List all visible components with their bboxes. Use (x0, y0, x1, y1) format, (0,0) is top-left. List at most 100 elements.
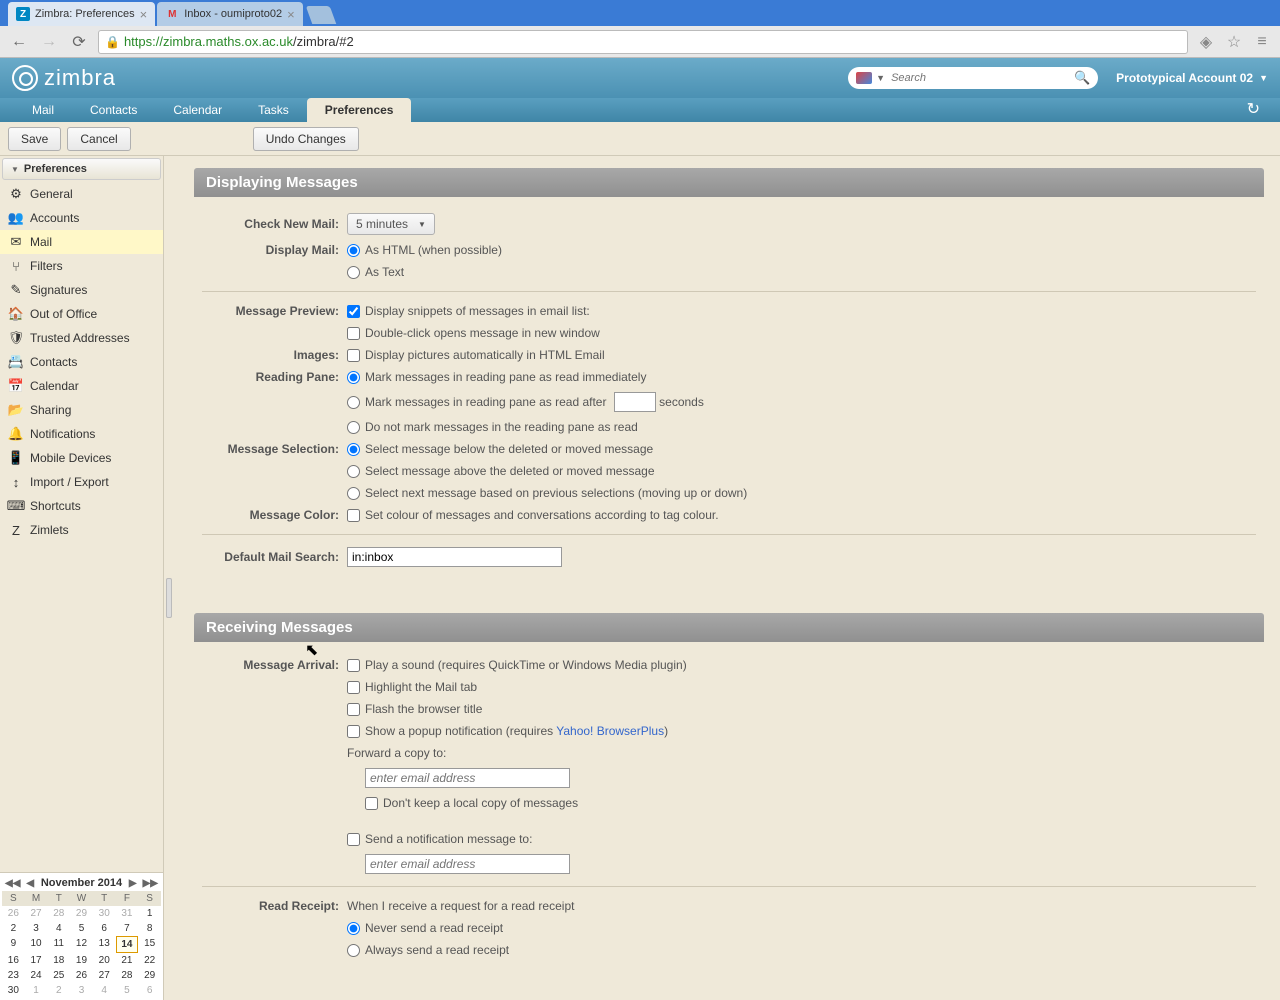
calendar-day[interactable]: 12 (70, 936, 93, 953)
tab-preferences[interactable]: Preferences (307, 98, 412, 122)
zimbra-logo[interactable]: zimbra (12, 65, 116, 91)
undo-changes-button[interactable]: Undo Changes (253, 127, 359, 151)
calendar-day[interactable]: 3 (70, 983, 93, 998)
calendar-day[interactable]: 25 (47, 968, 70, 983)
play-sound-checkbox[interactable]: Play a sound (requires QuickTime or Wind… (347, 658, 687, 672)
rr-never-radio[interactable]: Never send a read receipt (347, 921, 503, 935)
rp-none-radio[interactable]: Do not mark messages in the reading pane… (347, 420, 638, 434)
calendar-day[interactable]: 15 (138, 936, 161, 953)
search-box[interactable]: ▼ 🔍 (848, 67, 1098, 89)
calendar-day[interactable]: 27 (93, 968, 116, 983)
highlight-tab-checkbox[interactable]: Highlight the Mail tab (347, 680, 477, 694)
sidebar-item-zimlets[interactable]: ZZimlets (0, 518, 163, 542)
tab-contacts[interactable]: Contacts (72, 98, 155, 122)
sidebar-item-accounts[interactable]: 👥Accounts (0, 206, 163, 230)
preferences-content[interactable]: Displaying Messages Check New Mail: 5 mi… (164, 156, 1280, 1000)
browser-tab-zimbra[interactable]: Z Zimbra: Preferences × (8, 2, 155, 26)
sidebar-item-filters[interactable]: ⑂Filters (0, 254, 163, 278)
ms-above-radio[interactable]: Select message above the deleted or move… (347, 464, 655, 478)
forward-button[interactable]: → (38, 31, 60, 53)
calendar-day[interactable]: 10 (25, 936, 48, 953)
tab-mail[interactable]: Mail (14, 98, 72, 122)
sidebar-item-notifications[interactable]: 🔔Notifications (0, 422, 163, 446)
calendar-day[interactable]: 28 (116, 968, 139, 983)
calendar-day[interactable]: 20 (93, 953, 116, 968)
calendar-day[interactable]: 4 (93, 983, 116, 998)
calendar-day[interactable]: 29 (70, 906, 93, 921)
calendar-day[interactable]: 9 (2, 936, 25, 953)
calendar-day[interactable]: 8 (138, 921, 161, 936)
menu-icon[interactable]: ≡ (1252, 32, 1272, 52)
dblclick-checkbox[interactable]: Double-click opens message in new window (347, 326, 600, 340)
popup-notification-checkbox[interactable]: Show a popup notification (requires Yaho… (347, 724, 668, 738)
next-year-icon[interactable]: ▶▶ (140, 878, 161, 889)
next-month-icon[interactable]: ▶ (126, 878, 140, 889)
prev-month-icon[interactable]: ◀ (23, 878, 37, 889)
calendar-day[interactable]: 2 (2, 921, 25, 936)
mail-scope-icon[interactable] (856, 72, 872, 84)
chevron-down-icon[interactable]: ▼ (876, 73, 885, 83)
rp-immediate-radio[interactable]: Mark messages in reading pane as read im… (347, 370, 646, 384)
calendar-day[interactable]: 24 (25, 968, 48, 983)
sidebar-item-signatures[interactable]: ✎Signatures (0, 278, 163, 302)
check-interval-select[interactable]: 5 minutes (347, 213, 435, 235)
calendar-day[interactable]: 17 (25, 953, 48, 968)
sidebar-item-calendar[interactable]: 📅Calendar (0, 374, 163, 398)
sidebar-item-general[interactable]: ⚙General (0, 182, 163, 206)
calendar-day[interactable]: 19 (70, 953, 93, 968)
cancel-button[interactable]: Cancel (67, 127, 130, 151)
keep-copy-checkbox[interactable]: Don't keep a local copy of messages (365, 796, 578, 810)
calendar-day[interactable]: 18 (47, 953, 70, 968)
browserplus-link[interactable]: Yahoo! BrowserPlus (556, 724, 664, 738)
calendar-day[interactable]: 6 (93, 921, 116, 936)
calendar-day[interactable]: 26 (70, 968, 93, 983)
as-html-radio[interactable]: As HTML (when possible) (347, 243, 502, 257)
as-text-radio[interactable]: As Text (347, 265, 404, 279)
calendar-day[interactable]: 28 (47, 906, 70, 921)
close-icon[interactable]: × (140, 7, 148, 22)
calendar-day[interactable]: 31 (116, 906, 139, 921)
extension-icon[interactable]: ◈ (1196, 32, 1216, 52)
calendar-day[interactable]: 29 (138, 968, 161, 983)
calendar-day[interactable]: 2 (47, 983, 70, 998)
snippets-checkbox[interactable]: Display snippets of messages in email li… (347, 304, 590, 318)
tab-tasks[interactable]: Tasks (240, 98, 307, 122)
calendar-day[interactable]: 6 (138, 983, 161, 998)
new-tab-button[interactable] (305, 6, 336, 24)
back-button[interactable]: ← (8, 31, 30, 53)
search-icon[interactable]: 🔍 (1074, 70, 1090, 86)
calendar-day[interactable]: 3 (25, 921, 48, 936)
default-search-input[interactable] (347, 547, 562, 567)
forward-email-input[interactable] (365, 768, 570, 788)
calendar-day[interactable]: 14 (116, 936, 139, 953)
calendar-day[interactable]: 13 (93, 936, 116, 953)
search-input[interactable] (891, 72, 1074, 84)
sidebar-item-sharing[interactable]: 📂Sharing (0, 398, 163, 422)
sidebar-item-trusted-addresses[interactable]: 🛡Trusted Addresses (0, 326, 163, 350)
msg-color-checkbox[interactable]: Set colour of messages and conversations… (347, 508, 719, 522)
calendar-day[interactable]: 21 (116, 953, 139, 968)
rp-seconds-input[interactable] (614, 392, 656, 412)
sidebar-item-contacts[interactable]: 📇Contacts (0, 350, 163, 374)
calendar-day[interactable]: 30 (2, 983, 25, 998)
calendar-day[interactable]: 7 (116, 921, 139, 936)
calendar-day[interactable]: 11 (47, 936, 70, 953)
save-button[interactable]: Save (8, 127, 61, 151)
close-icon[interactable]: × (287, 7, 295, 22)
notify-email-input[interactable] (365, 854, 570, 874)
calendar-day[interactable]: 22 (138, 953, 161, 968)
calendar-day[interactable]: 23 (2, 968, 25, 983)
calendar-day[interactable]: 1 (25, 983, 48, 998)
ms-below-radio[interactable]: Select message below the deleted or move… (347, 442, 653, 456)
account-menu[interactable]: Prototypical Account 02 ▼ (1116, 71, 1268, 85)
calendar-day[interactable]: 5 (70, 921, 93, 936)
browser-tab-gmail[interactable]: M Inbox - oumiproto02 × (157, 2, 302, 26)
calendar-day[interactable]: 30 (93, 906, 116, 921)
sidebar-item-mobile-devices[interactable]: 📱Mobile Devices (0, 446, 163, 470)
rr-always-radio[interactable]: Always send a read receipt (347, 943, 509, 957)
auto-images-checkbox[interactable]: Display pictures automatically in HTML E… (347, 348, 605, 362)
sidebar-item-mail[interactable]: ✉Mail (0, 230, 163, 254)
calendar-day[interactable]: 27 (25, 906, 48, 921)
sidebar-item-out-of-office[interactable]: 🏠Out of Office (0, 302, 163, 326)
rp-after-radio[interactable]: Mark messages in reading pane as read af… (347, 395, 606, 409)
